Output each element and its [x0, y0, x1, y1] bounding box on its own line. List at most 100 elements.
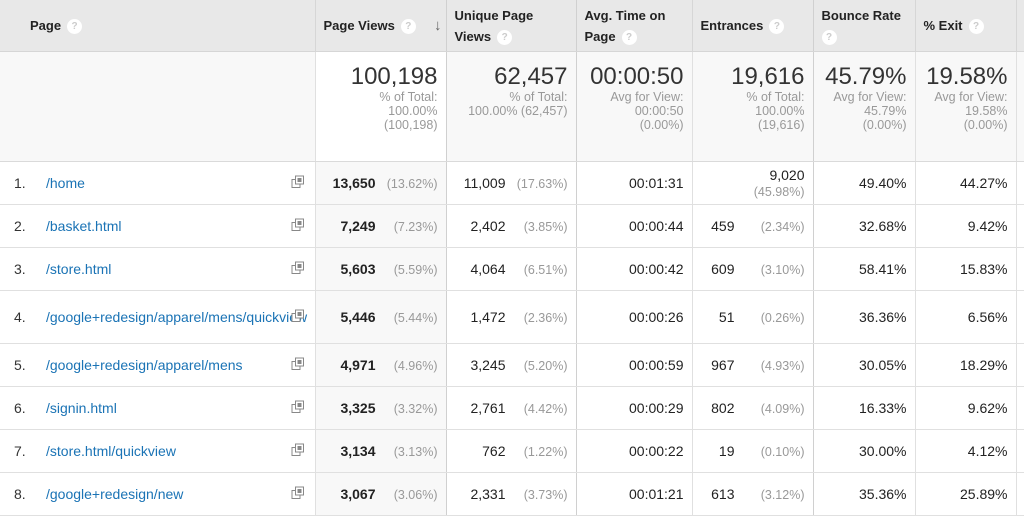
page-views-percent: (5.44%) [393, 311, 438, 325]
column-header-bounce-rate[interactable]: Bounce Rate? [813, 0, 916, 52]
column-header-avg-time-on-page[interactable]: Avg. Time on Page? [576, 0, 693, 52]
summary-sub: (100,198) [383, 118, 438, 132]
summary-page-cell [0, 51, 316, 162]
entrances-value: 609 [711, 261, 735, 277]
extra-cell [1016, 204, 1024, 248]
column-header-entrances[interactable]: Entrances? [692, 0, 814, 52]
page-views-cell: 5,603 (5.59%) [315, 247, 447, 291]
avg-time-cell: 00:00:29 [576, 386, 693, 430]
unique-page-views-cell: 4,064 (6.51%) [446, 247, 577, 291]
extra-cell [1016, 343, 1024, 387]
entrances-cell: 613 (3.12%) [692, 472, 814, 516]
open-external-icon[interactable] [291, 400, 305, 414]
column-header-page[interactable]: Page? [0, 0, 316, 52]
page-views-cell: 4,971 (4.96%) [315, 343, 447, 387]
entrances-cell: 609 (3.10%) [692, 247, 814, 291]
entrances-value: 967 [711, 357, 735, 373]
table-row: 1. /home 13,650 (13.62%) 11,009 (17.63%) 00… [0, 161, 1024, 205]
exit-value: 18.29% [960, 357, 1008, 373]
open-external-icon[interactable] [291, 486, 305, 500]
page-cell: 3. /store.html [0, 247, 316, 291]
column-header-page-views[interactable]: ↓ Page Views? [315, 0, 447, 52]
summary-sub: 100.00% (62,457) [468, 104, 568, 118]
unique-page-views-value: 11,009 [463, 175, 506, 191]
summary-sub: Avg for View: [934, 90, 1008, 104]
exit-cell: 15.83% [915, 247, 1017, 291]
summary-row: 100,198 % of Total: 100.00% (100,198) 62… [0, 51, 1024, 162]
avg-time-cell: 00:01:21 [576, 472, 693, 516]
unique-page-views-percent: (1.22%) [523, 445, 568, 459]
extra-cell [1016, 247, 1024, 291]
page-cell: 7. /store.html/quickview [0, 429, 316, 473]
summary-bounce-rate: 45.79% Avg for View: 45.79% (0.00%) [813, 51, 916, 162]
table-row: 3./store.html 5,603 (5.59%) 4,064 (6.51%) … [0, 247, 1024, 291]
bounce-rate-cell: 36.36% [813, 290, 916, 344]
help-icon[interactable]: ? [497, 29, 513, 45]
exit-value: 25.89% [960, 486, 1008, 502]
unique-page-views-value: 1,472 [470, 309, 506, 325]
bounce-rate-value: 49.40% [859, 175, 907, 191]
open-external-icon[interactable] [291, 443, 305, 457]
bounce-rate-value: 30.00% [859, 443, 907, 459]
sort-arrow-icon[interactable]: ↓ [434, 15, 442, 36]
row-index: 6. [14, 400, 26, 417]
page-views-percent: (4.96%) [393, 359, 438, 373]
unique-page-views-value: 3,245 [470, 357, 506, 373]
unique-page-views-cell: 2,402 (3.85%) [446, 204, 577, 248]
help-icon[interactable]: ? [400, 19, 416, 35]
unique-page-views-value: 4,064 [470, 261, 506, 277]
exit-cell: 44.27% [915, 161, 1017, 205]
exit-value: 44.27% [960, 175, 1008, 191]
open-external-icon[interactable] [291, 309, 305, 323]
entrances-value: 51 [718, 309, 735, 325]
page-link[interactable]: /store.html/quickview [46, 443, 176, 460]
row-index: 2. [14, 218, 26, 235]
page-link[interactable]: /google+redesign/new [46, 486, 183, 503]
unique-page-views-percent: (2.36%) [523, 311, 568, 325]
open-external-icon[interactable] [291, 218, 305, 232]
bounce-rate-value: 16.33% [859, 400, 907, 416]
help-icon[interactable]: ? [968, 19, 984, 35]
summary-value: 00:00:50 [590, 63, 684, 90]
column-header-unique-page-views[interactable]: Unique Page Views? [446, 0, 577, 52]
help-icon[interactable]: ? [821, 29, 837, 45]
page-views-percent: (3.13%) [393, 445, 438, 459]
column-header-exit[interactable]: % Exit? [915, 0, 1017, 52]
avg-time-value: 00:00:44 [629, 218, 684, 234]
page-views-percent: (3.32%) [393, 402, 438, 416]
page-cell: 8. /google+redesign/new [0, 472, 316, 516]
open-external-icon[interactable] [291, 175, 305, 189]
unique-page-views-value: 2,331 [470, 486, 506, 502]
help-icon[interactable]: ? [67, 19, 83, 35]
page-link[interactable]: /store.html [46, 261, 111, 278]
page-views-value: 13,650 [332, 175, 376, 191]
table-row: 6. /signin.html 3,325 (3.32%) 2,761 (4.42%)… [0, 386, 1024, 430]
summary-sub: (0.00%) [639, 118, 684, 132]
page-link[interactable]: /signin.html [46, 400, 117, 417]
exit-cell: 25.89% [915, 472, 1017, 516]
help-icon[interactable]: ? [621, 29, 637, 45]
help-icon[interactable]: ? [769, 19, 785, 35]
table-row: 8. /google+redesign/new 3,067 (3.06%) 2,33… [0, 472, 1024, 516]
open-external-icon[interactable] [291, 261, 305, 275]
entrances-percent: (3.12%) [760, 488, 805, 502]
bounce-rate-value: 30.05% [859, 357, 907, 373]
column-label: Page Views [323, 18, 395, 33]
column-label: Entrances [700, 18, 764, 33]
page-views-value: 3,134 [340, 443, 376, 459]
avg-time-cell: 00:00:22 [576, 429, 693, 473]
bounce-rate-value: 58.41% [859, 261, 907, 277]
bounce-rate-cell: 30.05% [813, 343, 916, 387]
header-row: Page? ↓ Page Views? Unique Page Views? Av… [0, 0, 1024, 52]
page-link[interactable]: /basket.html [46, 218, 121, 235]
unique-page-views-cell: 2,761 (4.42%) [446, 386, 577, 430]
extra-cell [1016, 161, 1024, 205]
summary-sub: Avg for View: [833, 90, 907, 104]
page-link[interactable]: /google+redesign/apparel/mens/quickview [46, 309, 307, 326]
page-views-value: 5,446 [340, 309, 376, 325]
open-external-icon[interactable] [291, 357, 305, 371]
page-link[interactable]: /google+redesign/apparel/mens [46, 357, 243, 374]
page-link[interactable]: /home [46, 175, 85, 192]
avg-time-value: 00:00:29 [629, 400, 684, 416]
table-row: 2. /basket.html 7,249 (7.23%) 2,402 (3.85%)… [0, 204, 1024, 248]
